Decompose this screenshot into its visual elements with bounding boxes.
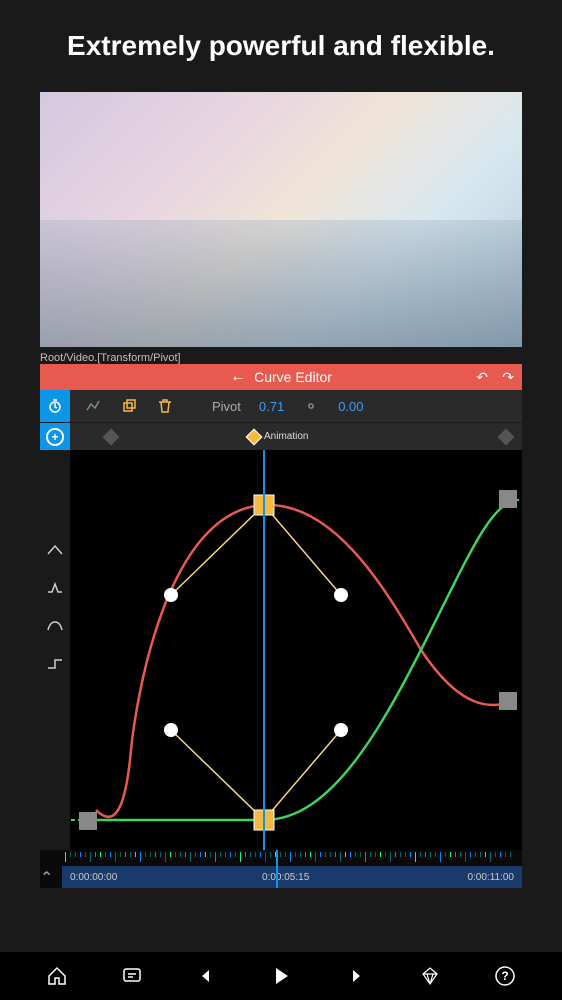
play-icon[interactable] (267, 962, 295, 990)
add-keyframe-button[interactable]: + (40, 423, 70, 450)
step-curve-icon[interactable] (45, 654, 65, 674)
undo-icon[interactable]: ↶ (476, 369, 488, 386)
bottom-nav: ? (0, 952, 562, 1000)
bezier-curve-icon[interactable] (45, 616, 65, 636)
graph-playhead[interactable] (263, 450, 265, 850)
diamond-icon[interactable] (416, 962, 444, 990)
toolbar-label: Pivot (212, 399, 241, 414)
step-forward-icon[interactable] (342, 962, 370, 990)
svg-text:?: ? (501, 969, 508, 983)
toolbar-value-2[interactable]: 0.00 (338, 399, 363, 414)
curve-type-sidebar (40, 450, 70, 850)
chat-icon[interactable] (118, 962, 146, 990)
video-preview[interactable] (40, 92, 522, 347)
curve-editor-panel: ← Curve Editor ↶ ↷ Pivot 0.71 (40, 364, 522, 850)
timecode-start: 0:00:00:00 (70, 872, 117, 883)
timecode-current: 0:00:05:15 (262, 872, 309, 883)
stopwatch-icon (47, 398, 63, 414)
handle-point[interactable] (164, 588, 178, 602)
handle-point[interactable] (334, 588, 348, 602)
timeline: // placeholder for ticks - rendered belo… (40, 850, 522, 888)
copy-icon[interactable] (120, 397, 138, 415)
graph-icon[interactable] (84, 397, 102, 415)
page-title: Extremely powerful and flexible. (0, 0, 562, 92)
plus-circle-icon: + (46, 428, 64, 446)
step-back-icon[interactable] (192, 962, 220, 990)
keyframe-end[interactable] (499, 692, 517, 710)
keyframe-end[interactable] (499, 490, 517, 508)
curve-editor-header: ← Curve Editor ↶ ↷ (40, 364, 522, 390)
linear-curve-icon[interactable] (45, 540, 65, 560)
curve-graph-svg (70, 450, 522, 850)
timeline-playhead[interactable] (276, 850, 278, 888)
home-icon[interactable] (43, 962, 71, 990)
keyframe-marker-end[interactable] (498, 428, 515, 445)
handle-point[interactable] (164, 723, 178, 737)
keyframe-marker-active[interactable] (246, 428, 263, 445)
timeline-track[interactable]: 0:00:00:00 0:00:05:15 0:00:11:00 (62, 866, 522, 888)
keyframe-bar: + Animation (40, 422, 522, 450)
keyframe-start[interactable] (79, 812, 97, 830)
trash-icon[interactable] (156, 397, 174, 415)
keyframe-label: Animation (264, 431, 308, 442)
link-icon[interactable] (302, 397, 320, 415)
curve-toolbar: Pivot 0.71 0.00 (40, 390, 522, 422)
help-icon[interactable]: ? (491, 962, 519, 990)
curve-graph[interactable] (70, 450, 522, 850)
preview-frame (40, 92, 522, 347)
back-icon[interactable]: ← (230, 368, 246, 386)
breadcrumb: Root/Video.[Transform/Pivot] (40, 352, 522, 364)
keyframe-marker-start[interactable] (103, 428, 120, 445)
expand-icon[interactable]: ⌃ (40, 868, 53, 888)
handle-point[interactable] (334, 723, 348, 737)
redo-icon[interactable]: ↷ (502, 369, 514, 386)
toolbar-value-1[interactable]: 0.71 (259, 399, 284, 414)
timecode-end: 0:00:11:00 (467, 872, 514, 883)
ease-curve-icon[interactable] (45, 578, 65, 598)
curve-editor-title: Curve Editor (254, 369, 332, 385)
timer-tab[interactable] (40, 390, 70, 422)
timeline-ruler[interactable]: // placeholder for ticks - rendered belo… (62, 850, 522, 866)
